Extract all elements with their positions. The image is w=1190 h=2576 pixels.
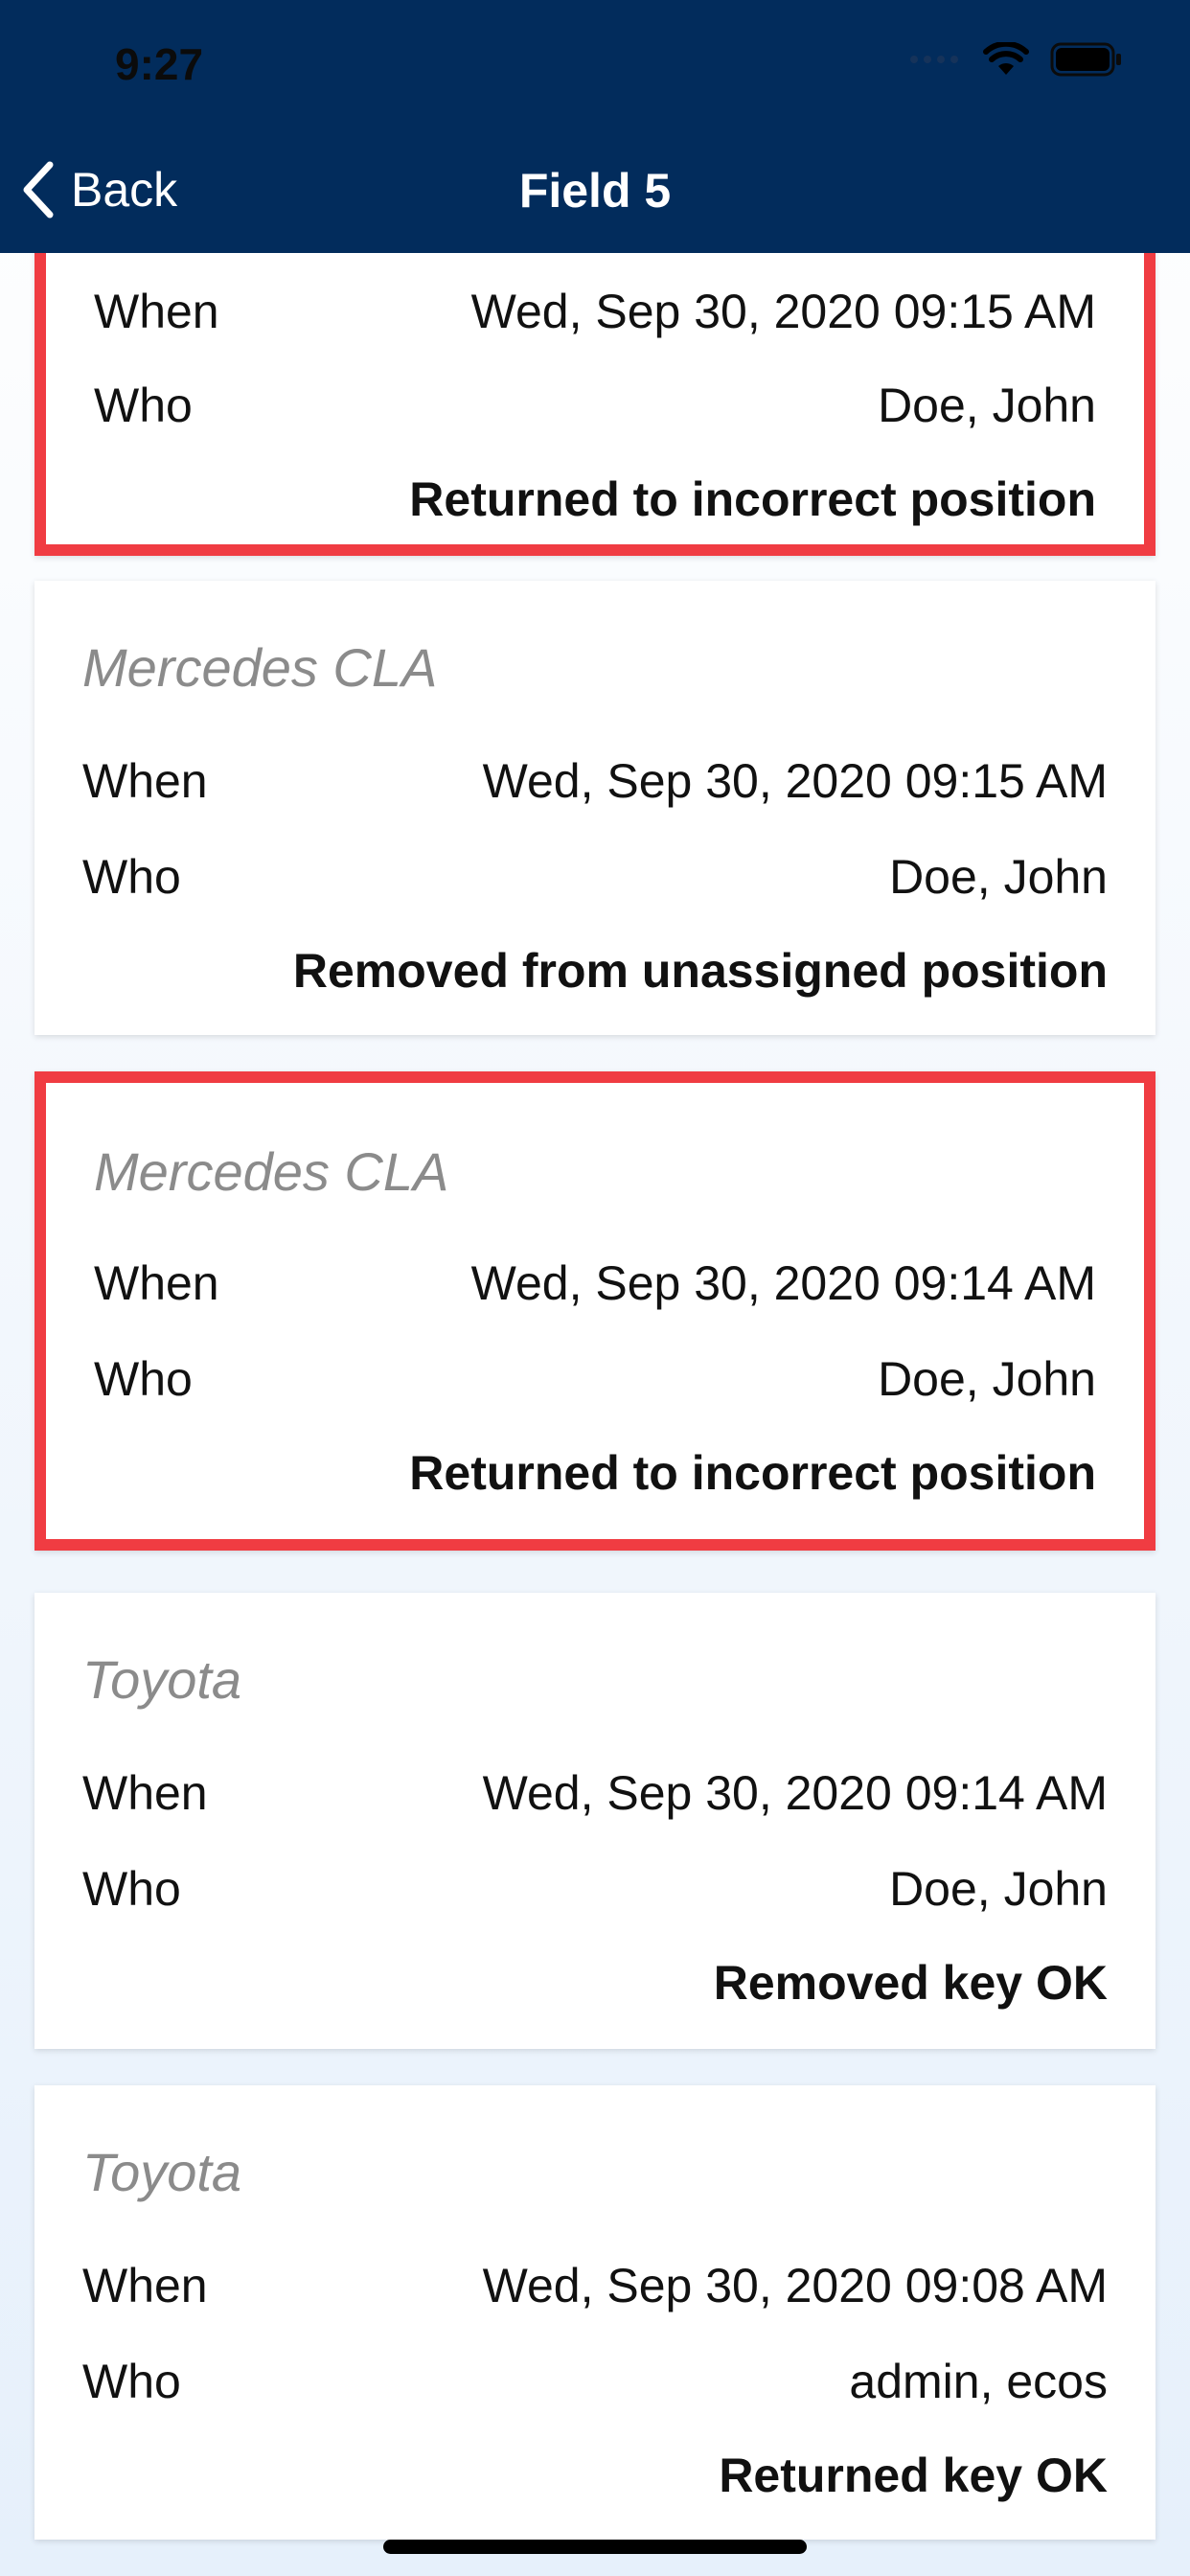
when-value: Wed, Sep 30, 2020 09:08 AM <box>482 2259 1108 2312</box>
when-label: When <box>82 2259 208 2312</box>
history-entry[interactable]: Mercedes CLA When Wed, Sep 30, 2020 09:1… <box>34 1071 1156 1551</box>
action-text: Returned to incorrect position <box>409 1446 1096 1500</box>
when-label: When <box>94 1256 219 1310</box>
when-value: Wed, Sep 30, 2020 09:14 AM <box>470 1256 1096 1310</box>
navigation-bar: Back Field 5 <box>0 128 1190 253</box>
status-icons <box>908 42 1123 77</box>
action-text: Returned key OK <box>719 2449 1108 2502</box>
who-row: Who Doe, John <box>94 1351 1096 1407</box>
when-value: Wed, Sep 30, 2020 09:14 AM <box>482 1766 1108 1820</box>
who-label: Who <box>94 1352 193 1406</box>
who-label: Who <box>82 1862 181 1916</box>
who-label: Who <box>82 850 181 904</box>
who-value: Doe, John <box>889 850 1108 904</box>
status-bar: 9:27 <box>0 0 1190 128</box>
when-row: When Wed, Sep 30, 2020 09:08 AM <box>82 2258 1108 2313</box>
when-label: When <box>94 285 219 338</box>
when-label: When <box>82 1766 208 1820</box>
car-name: Mercedes CLA <box>82 637 438 698</box>
action-text: Returned to incorrect position <box>409 472 1096 526</box>
status-time: 9:27 <box>115 39 204 89</box>
who-value: Doe, John <box>878 1352 1096 1406</box>
who-row: Who Doe, John <box>94 378 1096 433</box>
who-value: Doe, John <box>878 379 1096 432</box>
battery-icon <box>1050 42 1121 77</box>
when-row: When Wed, Sep 30, 2020 09:14 AM <box>82 1765 1108 1821</box>
who-label: Who <box>82 2355 181 2408</box>
who-label: Who <box>94 379 193 432</box>
home-indicator[interactable] <box>383 2540 807 2554</box>
action-text: Removed key OK <box>713 1956 1108 2010</box>
when-row: When Wed, Sep 30, 2020 09:14 AM <box>94 1255 1096 1311</box>
when-row: When Wed, Sep 30, 2020 09:15 AM <box>94 284 1096 339</box>
history-entry[interactable]: Toyota When Wed, Sep 30, 2020 09:08 AM W… <box>34 2085 1156 2540</box>
car-name: Mercedes CLA <box>94 1141 449 1202</box>
when-row: When Wed, Sep 30, 2020 09:15 AM <box>82 753 1108 809</box>
car-name: Toyota <box>82 2142 242 2202</box>
when-label: When <box>82 754 208 808</box>
page-title: Field 5 <box>518 164 672 218</box>
when-value: Wed, Sep 30, 2020 09:15 AM <box>482 754 1108 808</box>
who-row: Who admin, ecos <box>82 2354 1108 2409</box>
who-value: admin, ecos <box>849 2355 1108 2408</box>
who-row: Who Doe, John <box>82 849 1108 905</box>
who-value: Doe, John <box>889 1862 1108 1916</box>
signal-icon <box>910 56 958 63</box>
car-name: Toyota <box>82 1649 242 1710</box>
history-list[interactable]: When Wed, Sep 30, 2020 09:15 AM Who Doe,… <box>0 253 1190 2576</box>
action-text: Removed from unassigned position <box>292 944 1108 998</box>
wifi-icon <box>983 42 1029 75</box>
history-entry[interactable]: Toyota When Wed, Sep 30, 2020 09:14 AM W… <box>34 1593 1156 2049</box>
when-value: Wed, Sep 30, 2020 09:15 AM <box>470 285 1096 338</box>
who-row: Who Doe, John <box>82 1861 1108 1917</box>
history-entry[interactable]: Mercedes CLA When Wed, Sep 30, 2020 09:1… <box>34 581 1156 1035</box>
history-entry[interactable]: When Wed, Sep 30, 2020 09:15 AM Who Doe,… <box>34 253 1156 556</box>
